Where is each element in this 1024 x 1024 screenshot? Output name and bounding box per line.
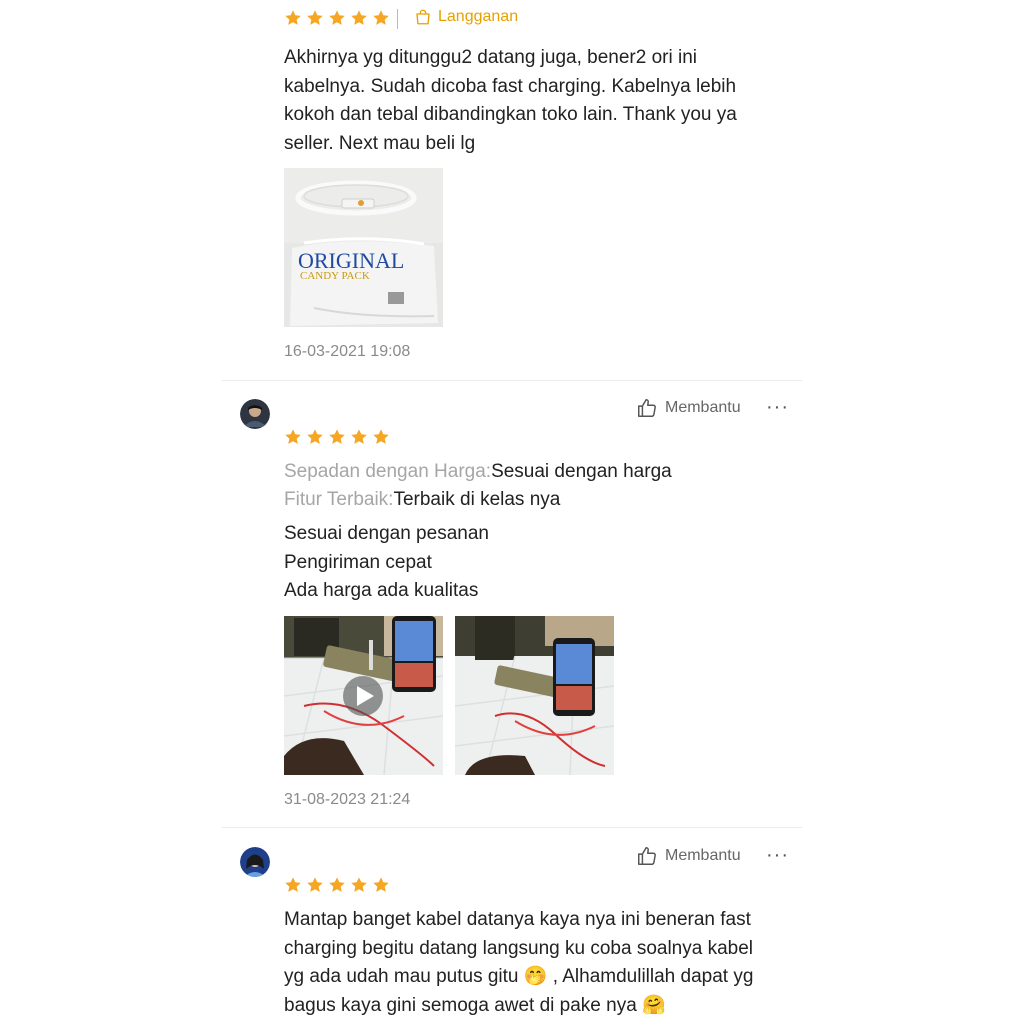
star-icon xyxy=(372,428,390,446)
review-date: 16-03-2021 19:08 xyxy=(284,343,411,360)
more-options-icon[interactable]: ··· xyxy=(766,845,789,865)
text-line: seller. Next mau beli lg xyxy=(284,133,476,155)
review-video[interactable] xyxy=(284,616,443,775)
text-line: Mantap banget kabel datanya kaya nya ini… xyxy=(284,909,751,930)
star-icon xyxy=(328,428,346,446)
text-line: kokoh dan tebal dibandingkan toko lain. … xyxy=(284,104,737,126)
rating-stars xyxy=(284,9,390,27)
star-icon xyxy=(306,428,324,446)
star-icon xyxy=(350,876,368,894)
star-icon xyxy=(328,876,346,894)
review-text: Mantap banget kabel datanya kaya nya ini… xyxy=(284,906,784,1021)
star-icon xyxy=(306,9,324,27)
rating-stars xyxy=(284,428,390,446)
review-photo[interactable]: ORIGINAL CANDY PACK xyxy=(284,168,443,327)
helpful-button[interactable]: Membantu xyxy=(636,397,741,419)
star-icon xyxy=(284,876,302,894)
subscriber-badge: Langganan xyxy=(414,8,518,26)
star-icon xyxy=(328,9,346,27)
helpful-button[interactable]: Membantu xyxy=(636,845,741,867)
attribute-value: Sesuai dengan harga xyxy=(491,461,672,482)
badge-label: Langganan xyxy=(438,8,519,25)
review-divider xyxy=(222,827,802,828)
text-line: charging begitu datang langsung ku coba … xyxy=(284,937,754,959)
text-line: bagus kaya gini semoga awet di pake nya … xyxy=(284,995,666,1017)
review-text: Sesuai dengan pesanan Pengiriman cepat A… xyxy=(284,520,784,606)
text-line: kabelnya. Sudah dicoba fast charging. Ka… xyxy=(284,75,737,97)
star-icon xyxy=(372,9,390,27)
text-line: Sesuai dengan pesanan xyxy=(284,523,489,544)
thumbs-up-icon xyxy=(636,845,658,867)
review-text: Akhirnya yg ditunggu2 datang juga, bener… xyxy=(284,44,784,159)
separator xyxy=(397,9,398,29)
shopping-bag-icon xyxy=(416,9,430,25)
attribute-key: Sepadan dengan Harga: xyxy=(284,461,492,482)
attribute-row: Fitur Terbaik:Terbaik di kelas nya xyxy=(284,486,560,514)
star-icon xyxy=(284,9,302,27)
attribute-row: Sepadan dengan Harga:Sesuai dengan harga xyxy=(284,458,672,486)
helpful-label: Membantu xyxy=(665,399,741,416)
avatar[interactable] xyxy=(240,847,270,877)
text-line: Akhirnya yg ditunggu2 datang juga, bener… xyxy=(284,47,698,68)
helpful-label: Membantu xyxy=(665,847,741,864)
star-icon xyxy=(306,876,324,894)
star-icon xyxy=(372,876,390,894)
thumbs-up-icon xyxy=(636,397,658,419)
text-line: Ada harga ada kualitas xyxy=(284,580,479,602)
text-line: Pengiriman cepat xyxy=(284,551,432,573)
star-icon xyxy=(350,428,368,446)
star-icon xyxy=(350,9,368,27)
more-options-icon[interactable]: ··· xyxy=(766,397,789,417)
photo-sublabel: CANDY PACK xyxy=(300,270,370,282)
review-divider xyxy=(222,380,802,381)
attribute-value: Terbaik di kelas nya xyxy=(393,489,561,510)
rating-stars xyxy=(284,876,390,894)
avatar[interactable] xyxy=(240,399,270,429)
review-photo[interactable] xyxy=(455,616,614,775)
review-date: 31-08-2023 21:24 xyxy=(284,791,411,808)
attribute-key: Fitur Terbaik: xyxy=(284,489,394,510)
star-icon xyxy=(284,428,302,446)
text-line: yg ada udah mau putus gitu 🤭 , Alhamduli… xyxy=(284,966,754,988)
